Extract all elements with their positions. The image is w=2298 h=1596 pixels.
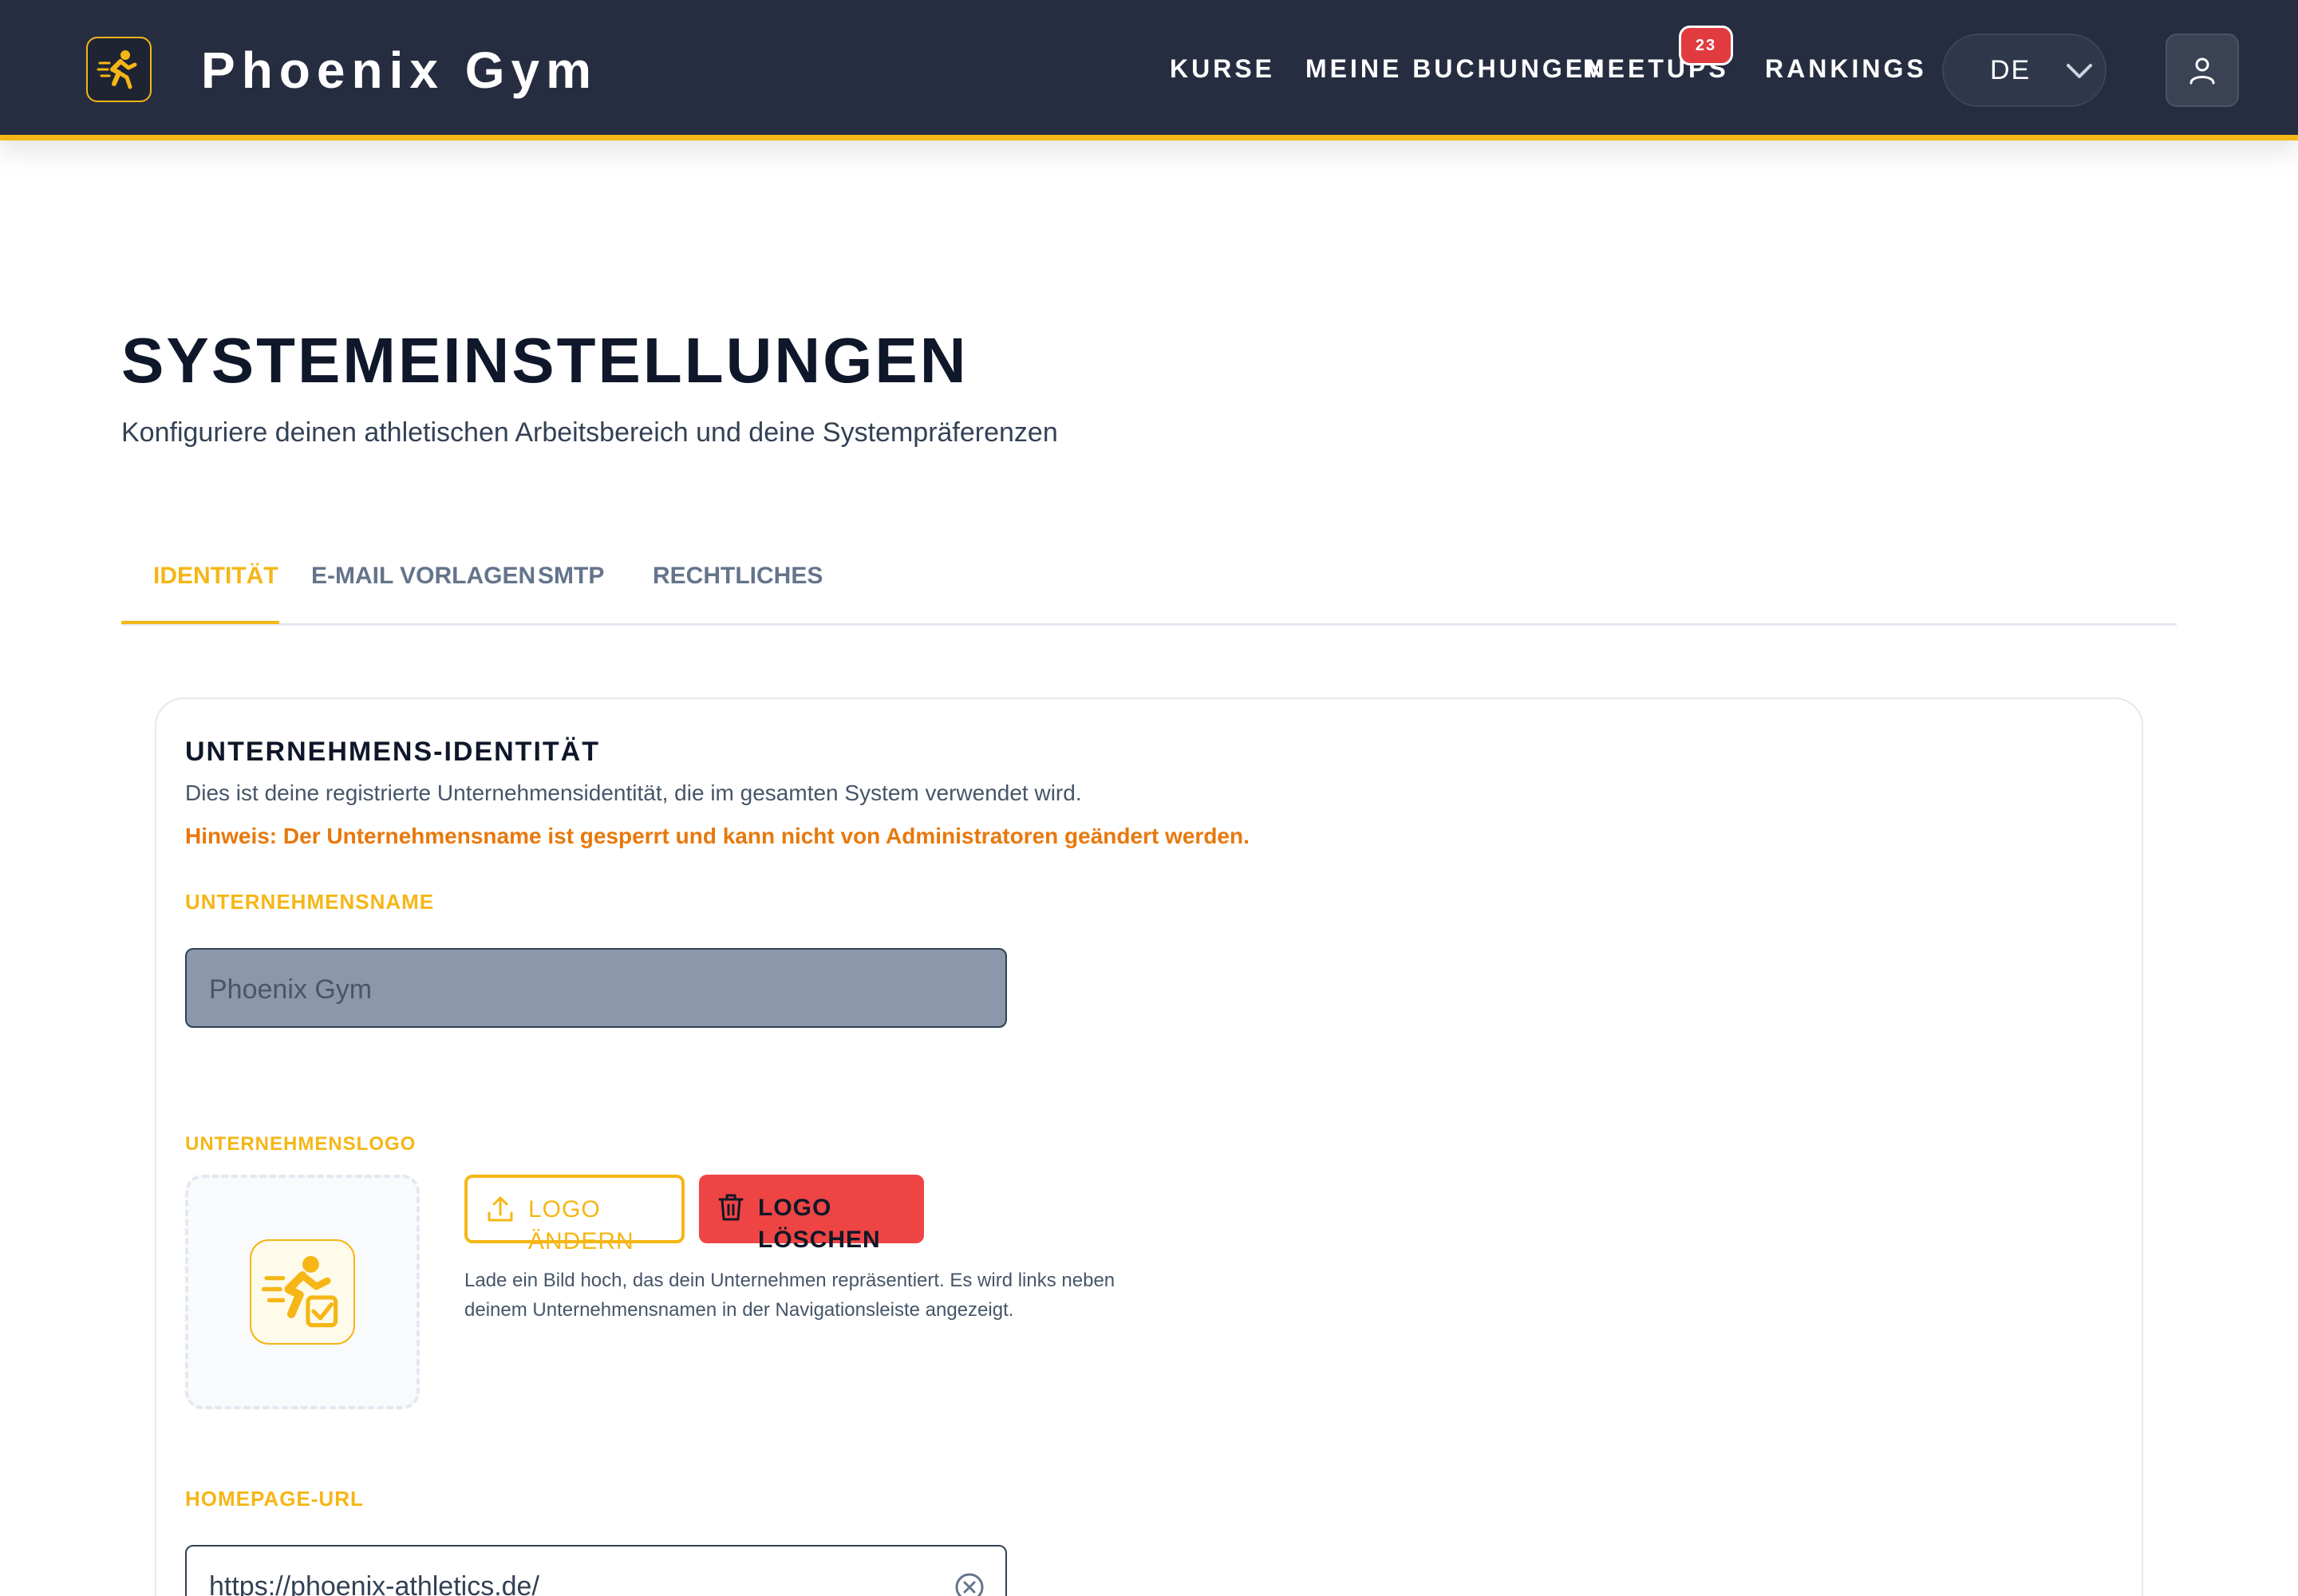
running-athlete-logo-icon [97,50,137,89]
change-logo-button[interactable]: LOGO ÄNDERN [464,1175,685,1254]
running-athlete-logo-icon [261,1255,338,1328]
homepage-url-label: HOMEPAGE-URL [185,1487,364,1511]
delete-logo-button[interactable]: LOGO LÖSCHEN [699,1175,924,1253]
company-name-value: Phoenix Gym [209,974,373,1005]
chevron-down-icon [2067,64,2092,78]
brand-logo[interactable] [86,37,152,102]
page-title: SYSTEMEINSTELLUNGEN [121,325,969,396]
clear-circle-icon[interactable] [954,1572,985,1596]
language-code: DE [1990,55,2031,85]
meetups-count-badge: 23 [1679,26,1733,65]
logo-help-text: Lade ein Bild hoch, das dein Unternehmen… [464,1270,1115,1321]
tab-smtp[interactable]: SMTP [538,560,604,592]
user-icon [2189,57,2215,85]
tab-rechtliches[interactable]: RECHTLICHES [653,560,823,592]
user-menu-button[interactable] [2166,34,2239,107]
nav-item-rankings[interactable]: RANKINGS [1765,51,1927,86]
settings-tabs: IDENTITÄT E-MAIL VORLAGEN SMTP RECHTLICH… [121,527,2177,626]
language-selector[interactable]: DE [1942,34,2106,107]
nav-item-kurse[interactable]: KURSE [1170,51,1275,86]
delete-logo-label: LOGO LÖSCHEN [758,1195,881,1253]
active-tab-indicator [121,621,279,624]
company-name-field: Phoenix Gym [185,948,1007,1028]
section-description: Dies ist deine registrierte Unternehmens… [185,780,1082,805]
homepage-url-value[interactable]: https://phoenix-athletics.de/ [209,1569,539,1596]
company-logo-label: UNTERNEHMENSLOGO [185,1133,417,1155]
nav-item-meine-buchungen[interactable]: MEINE BUCHUNGEN [1305,51,1607,86]
company-name-label: UNTERNEHMENSNAME [185,890,435,914]
tab-email-vorlagen[interactable]: E-MAIL VORLAGEN [311,560,535,592]
logo-preview[interactable] [185,1175,420,1409]
section-title: UNTERNEHMENS-IDENTITÄT [185,737,600,767]
homepage-url-field[interactable]: https://phoenix-athletics.de/ [185,1545,1007,1596]
brand-name[interactable]: Phoenix Gym [201,40,598,101]
tab-identitaet[interactable]: IDENTITÄT [153,560,278,592]
locked-name-hint: Hinweis: Der Unternehmensname ist gesper… [185,824,1250,848]
upload-icon [488,1196,513,1222]
page-subtitle: Konfiguriere deinen athletischen Arbeits… [121,417,1058,448]
trash-icon [718,1194,744,1221]
change-logo-label: LOGO ÄNDERN [528,1196,634,1254]
top-navigation-bar: Phoenix Gym KURSE MEINE BUCHUNGEN MEETUP… [0,0,2298,140]
logo-preview-image [250,1239,355,1345]
